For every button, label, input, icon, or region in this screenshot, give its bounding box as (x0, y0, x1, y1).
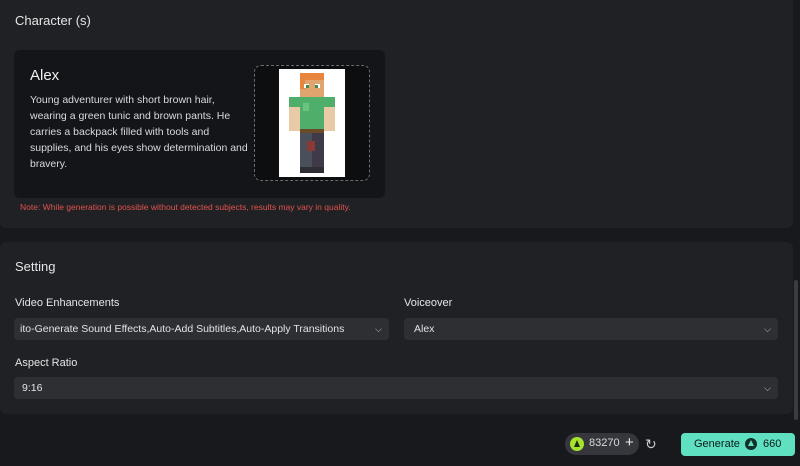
character-name: Alex (30, 67, 60, 84)
aspect-ratio-label: Aspect Ratio (15, 357, 78, 369)
video-enhancements-label: Video Enhancements (15, 297, 120, 309)
generate-cost: 660 (763, 438, 782, 450)
chevron-down-icon: ⌵ (375, 324, 382, 334)
video-enhancements-value: ito-Generate Sound Effects,Auto-Add Subt… (20, 323, 345, 335)
characters-title: Character (s) (15, 13, 91, 28)
credits-count: 83270 (589, 437, 620, 449)
character-description: Young adventurer with short brown hair, … (30, 94, 248, 170)
chevron-down-icon: ⌵ (764, 324, 771, 334)
arrow-up-coin-icon (745, 438, 757, 450)
settings-title: Setting (15, 259, 56, 274)
voiceover-select[interactable]: Alex ⌵ (404, 318, 778, 340)
scrollbar[interactable] (794, 280, 798, 420)
voiceover-label: Voiceover (404, 297, 453, 309)
plus-icon[interactable]: + (625, 434, 634, 451)
quality-note: Note: While generation is possible witho… (20, 202, 351, 212)
arrow-up-coin-icon (570, 437, 584, 451)
characters-section: Character (s) Alex Young adventurer with… (0, 0, 793, 228)
voiceover-value: Alex (414, 323, 435, 335)
generate-button[interactable]: Generate 660 (681, 433, 795, 456)
aspect-ratio-select[interactable]: 9:16 ⌵ (14, 377, 778, 399)
aspect-ratio-value: 9:16 (22, 382, 43, 394)
refresh-icon[interactable]: ↻ (645, 436, 657, 453)
generate-label: Generate (694, 438, 740, 450)
character-figure-icon (289, 73, 335, 173)
character-card[interactable]: Alex Young adventurer with short brown h… (14, 50, 385, 198)
video-enhancements-select[interactable]: ito-Generate Sound Effects,Auto-Add Subt… (14, 318, 389, 340)
character-thumbnail[interactable] (254, 65, 370, 181)
character-image (279, 69, 345, 177)
chevron-down-icon: ⌵ (764, 383, 771, 393)
credits-badge[interactable]: 83270 + (565, 433, 639, 455)
settings-section: Setting Video Enhancements ito-Generate … (0, 242, 793, 414)
